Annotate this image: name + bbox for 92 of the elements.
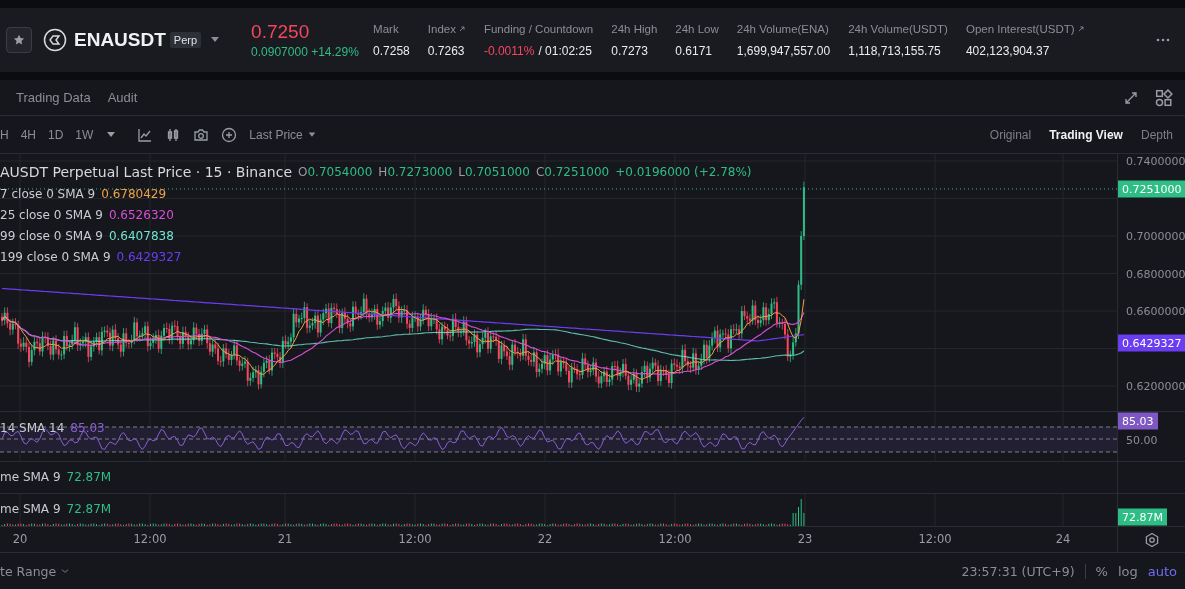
interval-button[interactable]: 1D [48, 127, 64, 142]
interval-button[interactable]: H [0, 127, 9, 142]
stat-label: Funding / Countdown [483, 22, 594, 35]
camera-icon [193, 126, 210, 143]
stat-value: 1,699,947,557.00 [736, 43, 831, 58]
scale-option[interactable]: % [1085, 563, 1108, 579]
scale-option[interactable]: auto [1137, 563, 1177, 579]
indicators-button[interactable] [137, 126, 154, 143]
candle-change: +0.0196000 (+2.78%) [615, 165, 752, 179]
star-icon [12, 33, 26, 47]
time-axis-label: 22 [537, 532, 553, 546]
expand-icon [1123, 89, 1139, 106]
section-tab[interactable]: Trading Data [16, 90, 91, 105]
indicator-value: 0.6407838 [108, 229, 174, 243]
settings-icon [1143, 531, 1160, 548]
indicator-value: 0.6429327 [116, 250, 182, 264]
chevron-down-icon [60, 566, 71, 576]
view-tab[interactable]: Trading View [1049, 127, 1123, 142]
fullscreen-button[interactable] [1123, 89, 1139, 106]
indicator-label: me SMA 9 [0, 470, 61, 484]
stat-value: 1,118,713,155.75 [848, 43, 942, 58]
ohlc-value: O0.7054000 [298, 165, 373, 179]
price-source-dropdown[interactable]: Last Price [249, 127, 317, 142]
rsi-axis-label: 50.00 [1126, 433, 1158, 447]
favorite-star-button[interactable] [6, 27, 32, 53]
last-price-tag: 0.7251000 [1118, 180, 1185, 198]
stat-value: 0.6171 [675, 43, 713, 58]
time-axis-label: 21 [277, 532, 293, 546]
time-axis-label: 12:00 [658, 532, 692, 546]
price-axis-label: 0.6200000 [1126, 379, 1185, 393]
stat-label: 24h Low [675, 22, 719, 35]
settings-button[interactable] [1143, 531, 1160, 548]
time-axis-label: 23 [797, 532, 813, 546]
time-axis-label: 12:00 [133, 532, 167, 546]
stat-value: 0.7258 [373, 43, 410, 58]
interval-button[interactable]: 1W [75, 127, 94, 142]
time-axis-label: 12:00 [398, 532, 432, 546]
indicator-label: 7 close 0 SMA 9 [0, 187, 96, 201]
stat-label: 24h High [611, 22, 658, 35]
indicator-label: 99 close 0 SMA 9 [0, 229, 103, 243]
external-link-icon [457, 24, 466, 33]
moving-average-tag: 0.6429327 [1118, 334, 1185, 352]
ohlc-value: H0.7273000 [378, 165, 453, 179]
stat-value: -0.0011% / 01:02:25 [483, 43, 593, 58]
clock-time: 23:57:31 (UTC+9) [961, 563, 1086, 579]
stat-label: 24h Volume(USDT) [848, 22, 948, 35]
time-axis-label: 20 [12, 532, 28, 546]
indicator-value: 85.03 [70, 421, 105, 435]
chart-title: AUSDT Perpetual Last Price · 15 · Binance [0, 164, 292, 180]
external-link-icon [1076, 24, 1085, 33]
symbol-name: ENAUSDT [74, 29, 166, 51]
indicator-value: 0.6780429 [101, 187, 167, 201]
indicator-value: 72.87M [66, 470, 112, 484]
indicator-value: 72.87M [66, 502, 112, 516]
layout-button[interactable] [1155, 88, 1173, 107]
time-axis-label: 24 [1055, 532, 1071, 546]
indicator-label: 25 close 0 SMA 9 [0, 208, 103, 222]
stat-label: Open Interest(USDT) [965, 22, 1085, 35]
stat-label: Index [427, 22, 466, 35]
stat-value: 0.7263 [427, 43, 466, 58]
stat-label: Mark [373, 22, 400, 35]
price-axis-label: 0.6800000 [1126, 267, 1185, 280]
date-range-dropdown[interactable]: te Range [0, 563, 71, 579]
stat-value: 0.7273 [611, 43, 649, 58]
plus-circle-icon [221, 126, 238, 143]
scale-option[interactable]: log [1107, 563, 1138, 579]
indicator-label: 199 close 0 SMA 9 [0, 250, 111, 264]
add-button[interactable] [221, 126, 238, 143]
view-tab[interactable]: Depth [1140, 127, 1173, 142]
indicator-label: me SMA 9 [0, 502, 61, 516]
stat-value: 402,123,904.37 [965, 43, 1051, 58]
interval-button[interactable]: 4H [20, 127, 36, 142]
time-axis-label: 12:00 [918, 532, 952, 546]
coin-logo-icon [43, 28, 67, 52]
widgets-icon [1155, 88, 1173, 107]
price-axis-label: 0.7400000 [1126, 154, 1185, 168]
view-tab[interactable]: Original [989, 127, 1032, 142]
ohlc-value: C0.7251000 [535, 165, 610, 179]
indicator-value: 0.6526320 [108, 208, 174, 222]
contract-type-badge: Perp [169, 32, 202, 48]
price-change: 0.0907000 +14.29% [251, 45, 360, 59]
section-tab[interactable]: Audit [107, 90, 138, 105]
line-chart-icon [137, 126, 154, 143]
price-axis-label: 0.6600000 [1126, 304, 1185, 318]
screenshot-button[interactable] [193, 126, 210, 143]
volume-tag: 72.87M [1118, 508, 1167, 526]
price-axis-label: 0.7000000 [1126, 229, 1185, 243]
last-price: 0.7250 [251, 21, 311, 43]
ohlc-value: L0.7051000 [458, 165, 530, 179]
stat-label: 24h Volume(ENA) [736, 22, 830, 35]
rsi-value-tag: 85.03 [1118, 412, 1158, 430]
indicator-label: 14 SMA 14 [0, 421, 65, 435]
